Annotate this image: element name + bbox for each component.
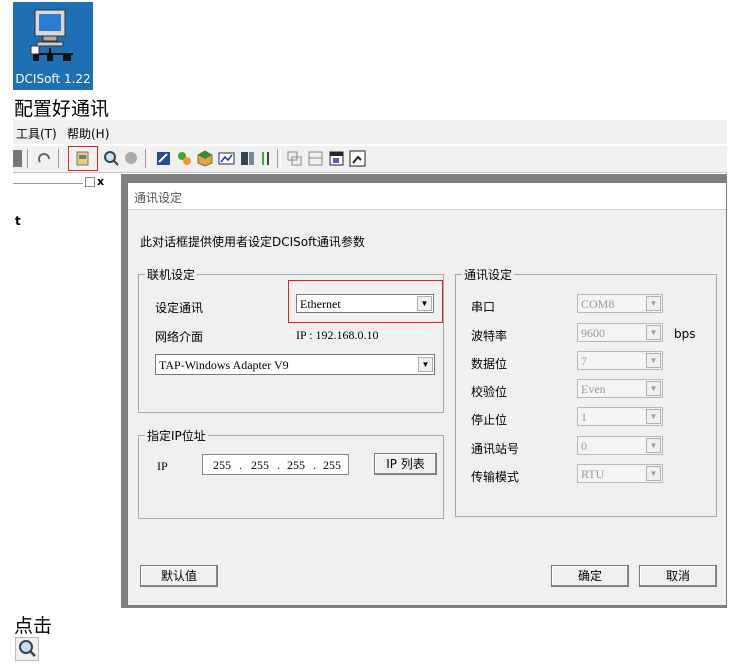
toolbar-separator (58, 149, 62, 168)
ip-label: IP (157, 459, 168, 473)
highlight-box (68, 146, 98, 171)
chevron-down-icon: ▼ (646, 409, 661, 424)
left-pane: x t (13, 174, 123, 608)
comm-type-highlight (288, 280, 443, 323)
window2-icon[interactable] (307, 150, 324, 167)
station-select[interactable]: 0 ▼ (577, 436, 663, 455)
dcisoft-desktop-icon[interactable]: DCISoft 1.22 (13, 2, 93, 90)
search-icon[interactable] (103, 150, 120, 167)
menu-help[interactable]: 帮助(H) (67, 125, 109, 142)
connection-legend: 联机设定 (147, 268, 196, 282)
comm-settings-legend: 通讯设定 (464, 268, 513, 282)
doc-heading-configure: 配置好通讯 (14, 98, 110, 120)
dialog-title-bar: 通讯设定 (128, 183, 726, 210)
window1-icon[interactable] (286, 150, 303, 167)
comm-settings-dialog: 通讯设定 此对话框提供使用者设定DCISoft通讯参数 联机设定 设定通讯 Et… (127, 182, 727, 606)
stopbits-select[interactable]: 1 ▼ (577, 407, 663, 426)
circle-icon[interactable] (123, 150, 140, 167)
ip-list-button[interactable]: IP 列表 (374, 453, 437, 475)
baud-label: 波特率 (471, 329, 508, 343)
parity-label: 校验位 (471, 385, 508, 399)
restore-icon[interactable] (85, 177, 95, 187)
tree-item[interactable]: t (15, 214, 21, 228)
chevron-down-icon: ▼ (646, 296, 661, 311)
baud-unit: bps (674, 327, 696, 341)
document-icon[interactable] (13, 150, 22, 167)
chevron-down-icon: ▼ (646, 381, 661, 396)
doc-heading-click: 点击 (14, 615, 53, 637)
default-button[interactable]: 默认值 (140, 565, 218, 587)
ip-address-input[interactable]: 255. 255. 255. 255 (202, 454, 349, 475)
chevron-down-icon: ▼ (646, 325, 661, 340)
comm-type-label: 设定通讯 (155, 301, 204, 315)
toolbar-separator (145, 149, 149, 168)
chevron-down-icon: ▼ (646, 466, 661, 481)
baud-select[interactable]: 9600 ▼ (577, 323, 663, 342)
search-icon[interactable] (15, 637, 39, 661)
ok-button[interactable]: 确定 (551, 565, 629, 587)
mode-select[interactable]: RTU ▼ (577, 464, 663, 483)
stopbits-label: 停止位 (471, 413, 508, 427)
refresh-icon[interactable] (36, 150, 53, 167)
toolbar-separator (277, 149, 281, 168)
toolbar (13, 146, 727, 173)
window3-icon[interactable] (328, 150, 345, 167)
menu-bar: 工具(T) 帮助(H) (13, 120, 727, 144)
columns-icon[interactable] (260, 150, 272, 167)
port-label: 串口 (471, 300, 496, 314)
network-adapter-select[interactable]: TAP-Windows Adapter V9 ▼ (155, 354, 435, 375)
ip-address-text: IP : 192.168.0.10 (296, 328, 379, 342)
chevron-down-icon: ▼ (418, 357, 433, 372)
parity-select[interactable]: Even ▼ (577, 379, 663, 398)
left-pane-header: x (13, 175, 121, 189)
menu-tools[interactable]: 工具(T) (16, 125, 57, 142)
ip-legend: 指定IP位址 (147, 429, 206, 443)
toolbar-separator (27, 149, 31, 168)
close-icon[interactable]: x (97, 175, 104, 188)
dialog-description: 此对话框提供使用者设定DCISoft通讯参数 (140, 235, 365, 249)
box-icon[interactable] (197, 150, 214, 167)
mode-label: 传输模式 (471, 470, 520, 484)
network-interface-label: 网络介面 (155, 330, 204, 344)
monitor-icon[interactable] (239, 150, 256, 167)
station-label: 通讯站号 (471, 442, 520, 456)
settings-icon[interactable] (176, 150, 193, 167)
dialog-title: 通讯设定 (134, 191, 183, 205)
chevron-down-icon: ▼ (646, 438, 661, 453)
computer-network-icon (30, 9, 73, 61)
port-select[interactable]: COM8 ▼ (577, 294, 663, 313)
cancel-button[interactable]: 取消 (639, 565, 717, 587)
databits-label: 数据位 (471, 357, 508, 371)
tool-icon[interactable] (155, 150, 172, 167)
desktop-icon-label: DCISoft 1.22 (15, 72, 91, 86)
zoom-icon[interactable] (349, 150, 366, 167)
chevron-down-icon: ▼ (646, 353, 661, 368)
databits-select[interactable]: 7 ▼ (577, 351, 663, 370)
chart-icon[interactable] (218, 150, 235, 167)
